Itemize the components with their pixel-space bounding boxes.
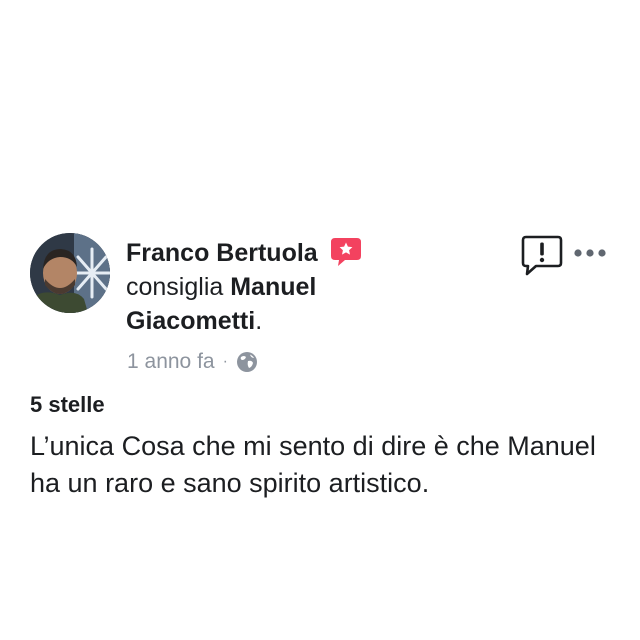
report-icon[interactable] — [521, 234, 563, 276]
separator: · — [222, 353, 228, 370]
avatar-photo — [30, 233, 110, 313]
recommendation-verb: consiglia — [126, 273, 224, 301]
period: . — [255, 307, 263, 335]
recommendation-star-icon — [330, 238, 361, 266]
avatar[interactable] — [30, 233, 110, 313]
rating-label: 5 stelle — [30, 392, 105, 417]
post-meta: 1 anno fa · — [127, 346, 258, 378]
recommendation-post: Franco Bertuola consiglia Manuel Giacome… — [0, 0, 640, 640]
timestamp[interactable]: 1 anno fa — [127, 350, 215, 374]
more-options-icon[interactable] — [572, 244, 608, 262]
post-header: Franco Bertuola consiglia Manuel Giacome… — [126, 236, 426, 338]
author-name[interactable]: Franco Bertuola — [126, 239, 318, 267]
globe-icon — [236, 352, 257, 372]
review-text: L’unica Cosa che mi sento di dire è che … — [30, 431, 596, 498]
